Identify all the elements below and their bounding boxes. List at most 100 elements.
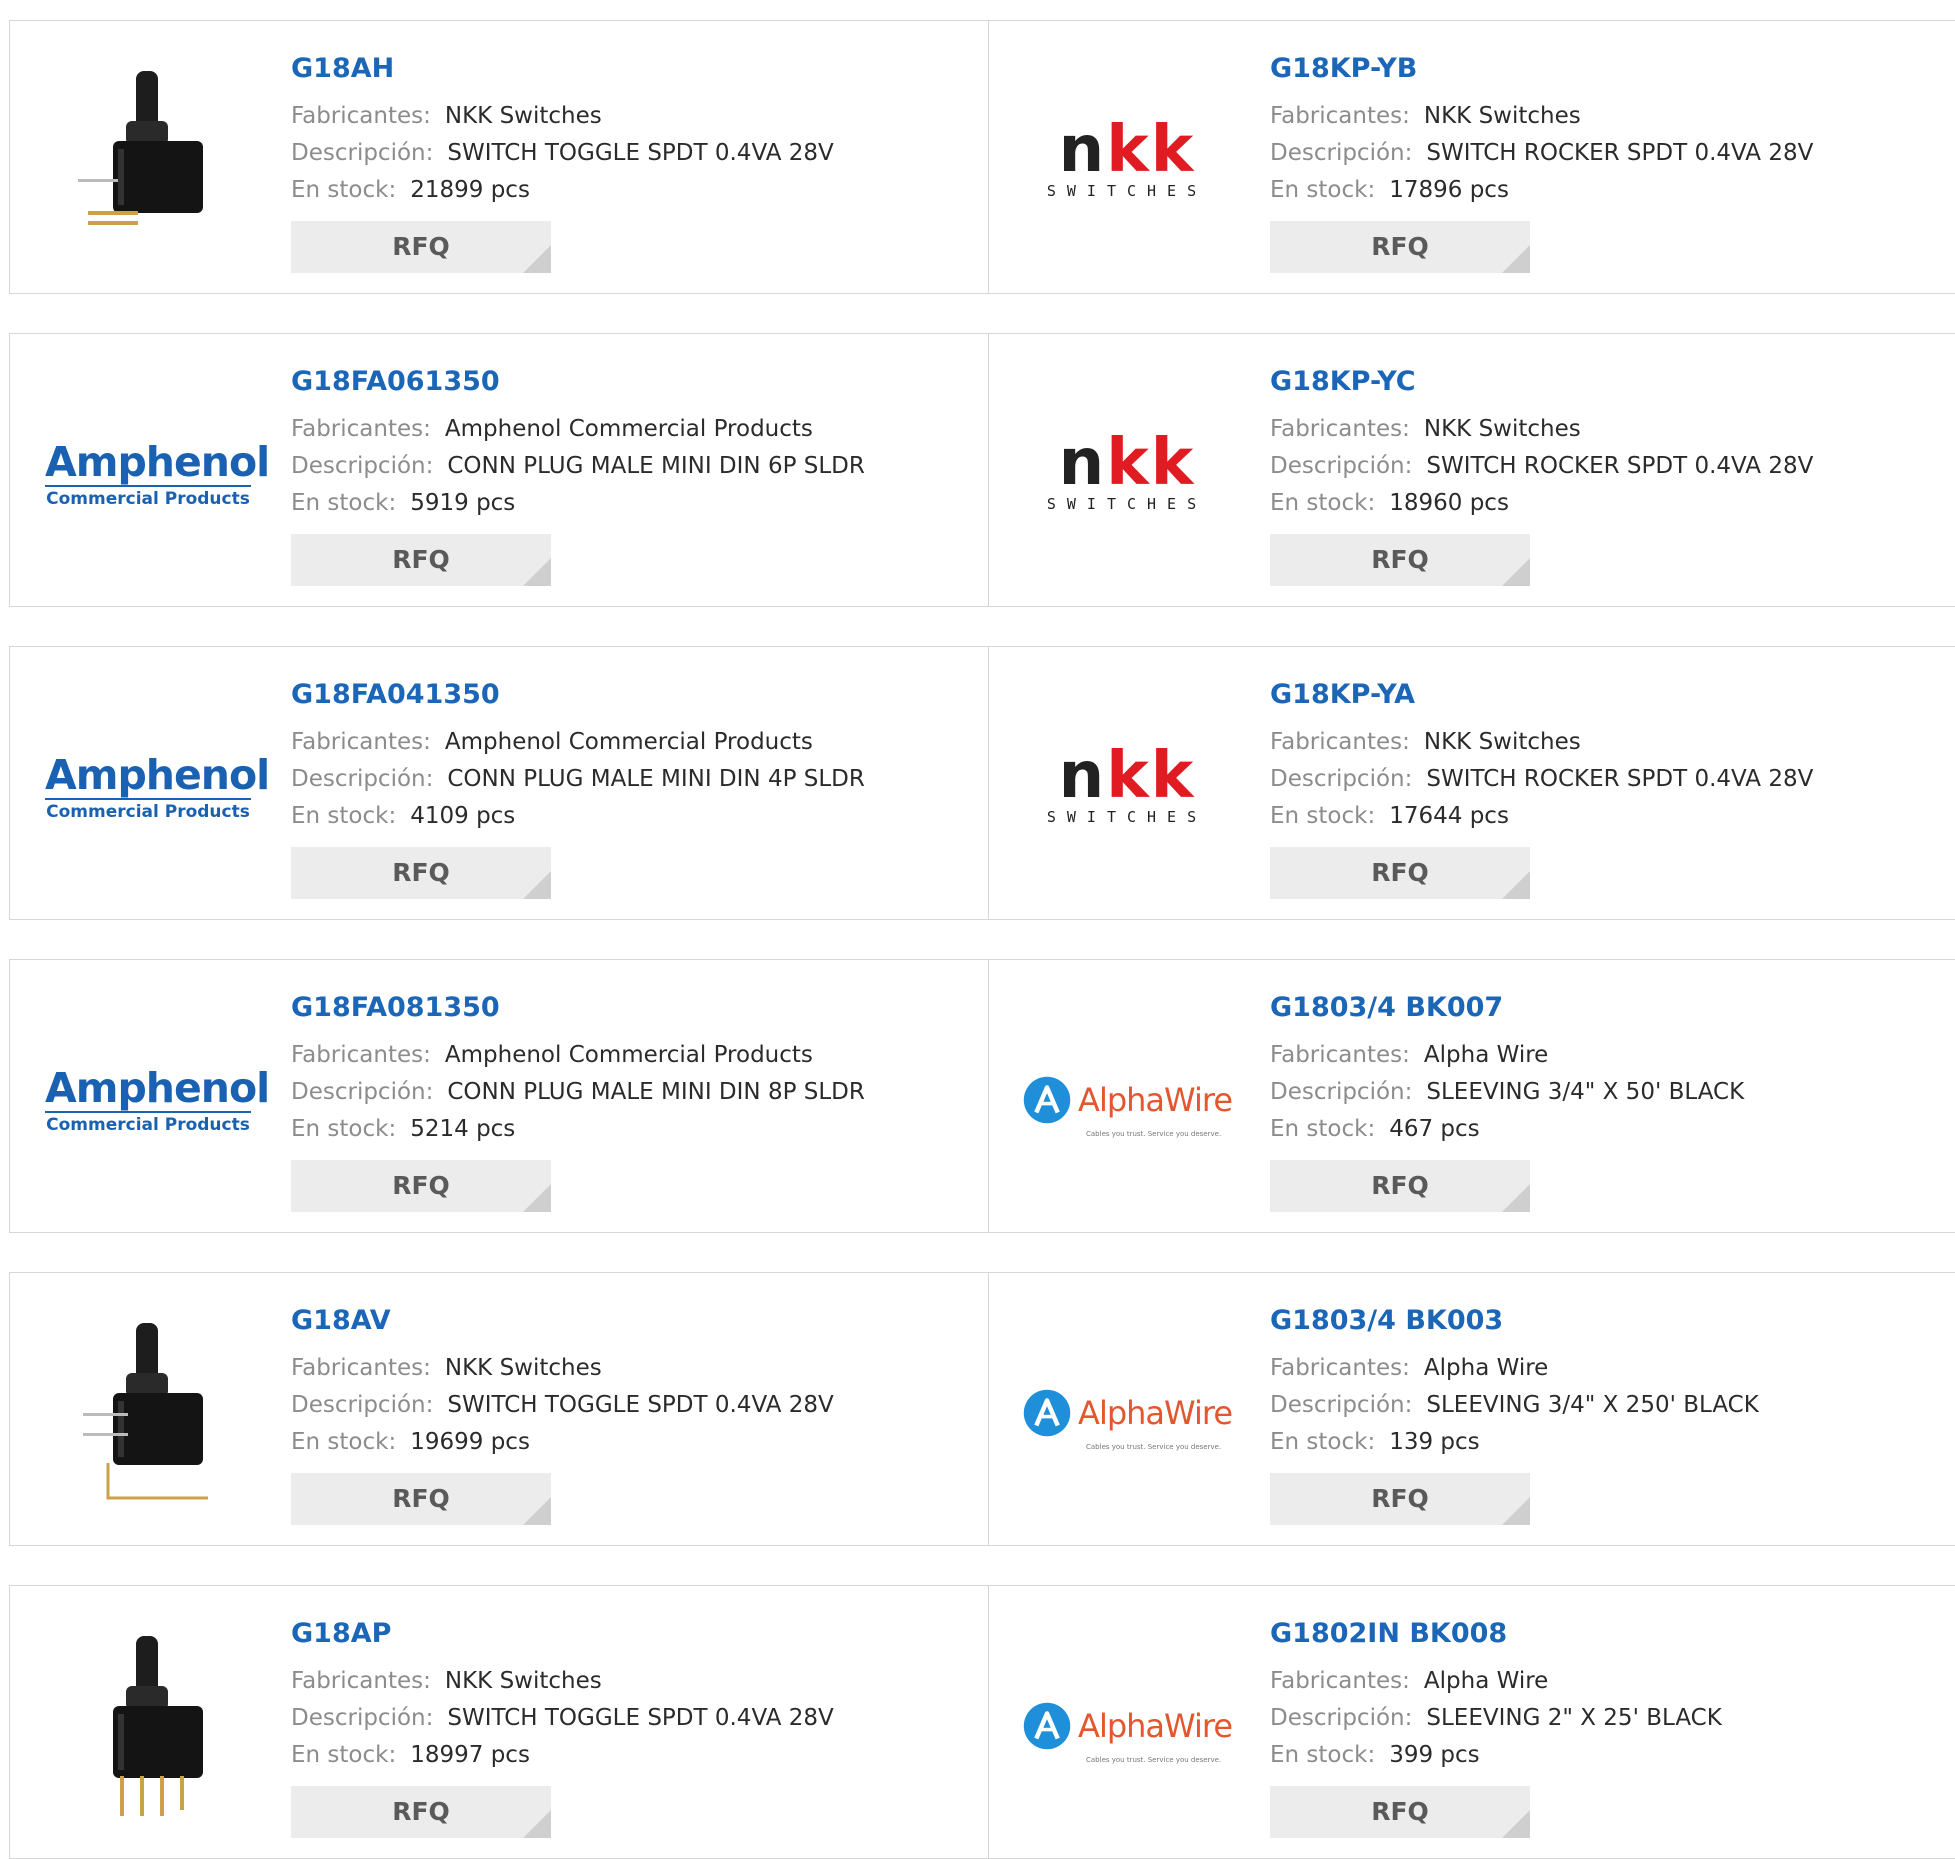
rfq-button[interactable]: RFQ	[1270, 221, 1530, 273]
part-number-link[interactable]: G18AH	[291, 53, 394, 84]
description-value: SLEEVING 3/4" X 250' BLACK	[1426, 1392, 1759, 1418]
description-label: Descripción:	[291, 140, 434, 166]
toggle-switch-icon	[83, 1323, 208, 1500]
toggle-switch-icon	[113, 1636, 203, 1816]
product-image[interactable]: AlphaWire Cables you trust. Service you d…	[1023, 1313, 1233, 1513]
stock-value: 19699 pcs	[410, 1429, 530, 1455]
description-row: Descripción: SWITCH ROCKER SPDT 0.4VA 28V	[1270, 453, 1813, 479]
rfq-button[interactable]: RFQ	[1270, 1473, 1530, 1525]
manufacturer-label: Fabricantes:	[291, 416, 431, 442]
manufacturer-row: Fabricantes: Amphenol Commercial Products	[291, 729, 813, 755]
manufacturer-value: Amphenol Commercial Products	[444, 1042, 813, 1068]
product-image[interactable]: AlphaWire Cables you trust. Service you d…	[1023, 1000, 1233, 1200]
corner-triangle-icon	[523, 1184, 551, 1212]
corner-triangle-icon	[1502, 558, 1530, 586]
description-value: SLEEVING 3/4" X 50' BLACK	[1426, 1079, 1745, 1105]
manufacturer-value: Amphenol Commercial Products	[444, 416, 813, 442]
part-number-link[interactable]: G18AP	[291, 1618, 391, 1649]
part-number-link[interactable]: G18KP-YB	[1270, 53, 1417, 84]
nkk-logo: nkk SWITCHES	[1046, 739, 1208, 826]
manufacturer-row: Fabricantes: NKK Switches	[1270, 103, 1581, 129]
product-image[interactable]	[48, 61, 248, 261]
manufacturer-label: Fabricantes:	[1270, 729, 1410, 755]
description-row: Descripción: SWITCH ROCKER SPDT 0.4VA 28V	[1270, 766, 1813, 792]
product-image[interactable]	[48, 1626, 248, 1826]
stock-label: En stock:	[1270, 803, 1376, 829]
stock-label: En stock:	[291, 803, 397, 829]
product-image[interactable]: Amphenol Commercial Products	[45, 374, 270, 574]
amphenol-logo: Amphenol Commercial Products	[45, 751, 270, 822]
alphawire-logo: AlphaWire Cables you trust. Service you d…	[1022, 1072, 1233, 1138]
product-image[interactable]: Amphenol Commercial Products	[45, 1000, 270, 1200]
rfq-button[interactable]: RFQ	[291, 1473, 551, 1525]
description-value: SWITCH TOGGLE SPDT 0.4VA 28V	[447, 140, 834, 166]
part-number-link[interactable]: G18AV	[291, 1305, 391, 1336]
rfq-button[interactable]: RFQ	[1270, 534, 1530, 586]
toggle-switch-icon	[78, 71, 203, 225]
description-label: Descripción:	[291, 766, 434, 792]
rfq-button[interactable]: RFQ	[1270, 1160, 1530, 1212]
rfq-label: RFQ	[392, 1171, 450, 1200]
manufacturer-row: Fabricantes: Alpha Wire	[1270, 1042, 1548, 1068]
product-image[interactable]: nkk SWITCHES	[1027, 374, 1227, 574]
manufacturer-row: Fabricantes: NKK Switches	[291, 1355, 602, 1381]
stock-value: 18960 pcs	[1389, 490, 1509, 516]
stock-row: En stock: 4109 pcs	[291, 803, 515, 829]
part-number-link[interactable]: G1802IN BK008	[1270, 1618, 1507, 1649]
amphenol-logo: Amphenol Commercial Products	[45, 438, 270, 509]
manufacturer-value: NKK Switches	[1423, 416, 1581, 442]
stock-row: En stock: 5919 pcs	[291, 490, 515, 516]
stock-row: En stock: 5214 pcs	[291, 1116, 515, 1142]
description-label: Descripción:	[291, 1392, 434, 1418]
manufacturer-label: Fabricantes:	[1270, 103, 1410, 129]
rfq-label: RFQ	[1371, 858, 1429, 887]
product-image[interactable]	[48, 1313, 248, 1513]
manufacturer-value: NKK Switches	[444, 103, 602, 129]
product-image[interactable]: Amphenol Commercial Products	[45, 687, 270, 887]
stock-label: En stock:	[1270, 490, 1376, 516]
rfq-label: RFQ	[392, 858, 450, 887]
rfq-button[interactable]: RFQ	[1270, 1786, 1530, 1838]
rfq-button[interactable]: RFQ	[291, 1786, 551, 1838]
product-image[interactable]: nkk SWITCHES	[1027, 687, 1227, 887]
rfq-button[interactable]: RFQ	[291, 1160, 551, 1212]
stock-label: En stock:	[291, 1116, 397, 1142]
product-card: AlphaWire Cables you trust. Service you d…	[988, 1273, 1955, 1545]
rfq-button[interactable]: RFQ	[291, 847, 551, 899]
description-row: Descripción: SWITCH TOGGLE SPDT 0.4VA 28V	[291, 1705, 834, 1731]
product-image[interactable]: nkk SWITCHES	[1027, 61, 1227, 261]
description-label: Descripción:	[1270, 766, 1413, 792]
description-row: Descripción: SLEEVING 3/4" X 50' BLACK	[1270, 1079, 1744, 1105]
manufacturer-label: Fabricantes:	[1270, 1668, 1410, 1694]
product-row: Amphenol Commercial Products G18FA041350 …	[9, 646, 1955, 920]
rfq-button[interactable]: RFQ	[291, 534, 551, 586]
product-image[interactable]: AlphaWire Cables you trust. Service you d…	[1023, 1626, 1233, 1826]
manufacturer-label: Fabricantes:	[1270, 1042, 1410, 1068]
description-value: SLEEVING 2" X 25' BLACK	[1426, 1705, 1722, 1731]
corner-triangle-icon	[1502, 1184, 1530, 1212]
rfq-label: RFQ	[392, 545, 450, 574]
stock-row: En stock: 19699 pcs	[291, 1429, 530, 1455]
rfq-button[interactable]: RFQ	[1270, 847, 1530, 899]
part-number-link[interactable]: G18KP-YA	[1270, 679, 1415, 710]
corner-triangle-icon	[523, 558, 551, 586]
corner-triangle-icon	[523, 245, 551, 273]
part-number-link[interactable]: G1803/4 BK003	[1270, 1305, 1503, 1336]
rfq-button[interactable]: RFQ	[291, 221, 551, 273]
part-number-link[interactable]: G18FA081350	[291, 992, 500, 1023]
part-number-link[interactable]: G18FA041350	[291, 679, 500, 710]
description-value: CONN PLUG MALE MINI DIN 6P SLDR	[447, 453, 865, 479]
stock-value: 399 pcs	[1389, 1742, 1480, 1768]
part-number-link[interactable]: G1803/4 BK007	[1270, 992, 1503, 1023]
rfq-label: RFQ	[392, 1484, 450, 1513]
manufacturer-value: Amphenol Commercial Products	[444, 729, 813, 755]
rfq-label: RFQ	[392, 232, 450, 261]
stock-row: En stock: 467 pcs	[1270, 1116, 1480, 1142]
stock-row: En stock: 399 pcs	[1270, 1742, 1480, 1768]
stock-label: En stock:	[1270, 1429, 1376, 1455]
part-number-link[interactable]: G18FA061350	[291, 366, 500, 397]
description-label: Descripción:	[291, 1079, 434, 1105]
rfq-label: RFQ	[392, 1797, 450, 1826]
alphawire-logo: AlphaWire Cables you trust. Service you d…	[1022, 1698, 1233, 1764]
part-number-link[interactable]: G18KP-YC	[1270, 366, 1416, 397]
